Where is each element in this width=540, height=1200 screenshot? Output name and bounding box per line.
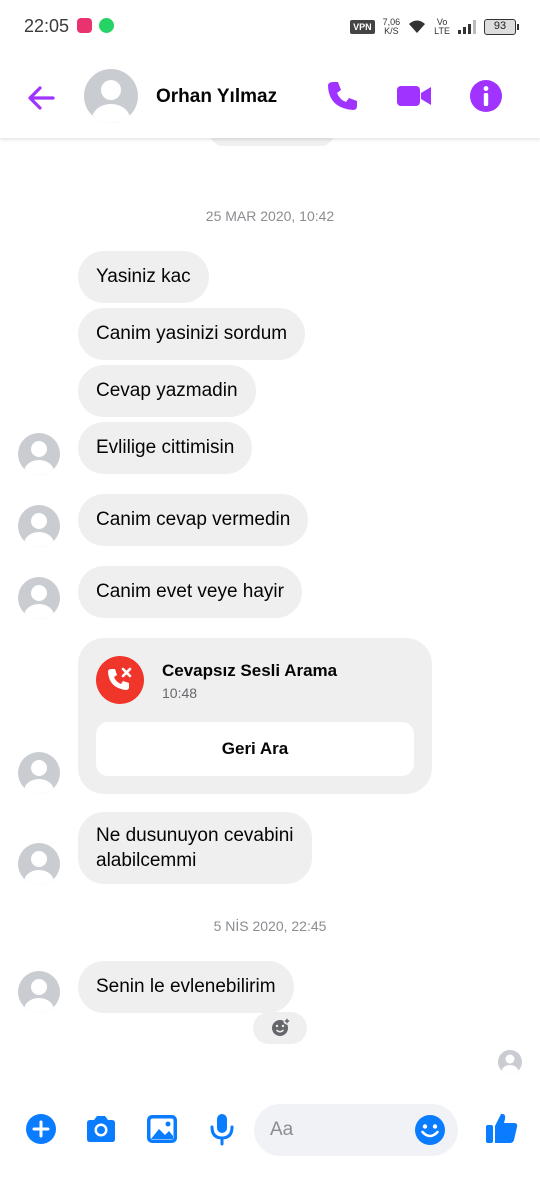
status-bar: 22:05 VPN 7,06 K/S Vo LTE 93 [0,0,540,56]
sender-avatar[interactable] [18,433,60,475]
status-indicators: VPN 7,06 K/S Vo LTE 93 [350,15,519,39]
message-bubble[interactable]: Canim yasinizi sordum [78,308,306,360]
person-icon [24,441,54,475]
whatsapp-notification-icon [99,18,114,33]
camera-icon[interactable] [84,1112,118,1146]
missed-call-time: 10:48 [162,685,198,701]
sender-avatar[interactable] [18,505,60,547]
message-bubble[interactable]: Evlilige cittimisin [78,422,253,474]
thumbs-up-icon[interactable] [484,1110,520,1146]
message-bubble[interactable]: Cevap yazmadin [78,365,256,417]
volte-bottom: LTE [434,26,450,36]
person-icon [24,760,54,794]
missed-call-card[interactable]: Cevapsız Sesli Arama 10:48 Geri Ara [78,638,432,794]
gallery-icon[interactable] [145,1112,179,1146]
call-back-button[interactable]: Geri Ara [96,722,414,776]
sender-avatar[interactable] [18,843,60,885]
date-separator: 5 NİS 2020, 22:45 [213,918,327,934]
missed-call-title: Cevapsız Sesli Arama [162,661,338,680]
person-icon [92,80,130,123]
status-time: 22:05 [24,16,70,36]
battery-icon: 93 [484,19,519,35]
wifi-icon [409,20,426,33]
contact-avatar[interactable] [84,69,138,123]
microphone-icon[interactable] [205,1112,239,1146]
missed-call-icon [96,656,144,704]
message-composer [0,1096,540,1168]
video-call-icon[interactable] [396,78,432,114]
person-icon [24,513,54,547]
emoji-icon[interactable] [414,1114,446,1146]
message-bubble[interactable]: Senin le evlenebilirim [78,961,294,1013]
sender-avatar[interactable] [18,971,60,1013]
network-speed-unit: K/S [384,26,399,36]
phone-call-icon[interactable] [324,78,360,114]
message-line: alabilcemmi [96,850,197,871]
message-bubble[interactable]: Yasiniz kac [78,251,209,303]
person-icon [24,979,54,1013]
conversation-header: Orhan Yılmaz [0,56,540,138]
sender-avatar[interactable] [18,752,60,794]
person-icon [24,585,54,619]
info-icon[interactable] [468,78,504,114]
plus-icon[interactable] [24,1112,58,1146]
message-bubble[interactable]: Canim cevap vermedin [78,494,309,546]
date-separator: 25 MAR 2020, 10:42 [205,208,335,224]
back-arrow-icon[interactable] [22,78,62,118]
add-reaction-button[interactable] [253,1012,307,1044]
contact-name[interactable]: Orhan Yılmaz [156,86,277,108]
add-reaction-icon [272,1017,291,1036]
network-speed: 7,06 K/S [383,18,401,36]
message-bubble[interactable]: Canim evet veye hayir [78,566,302,618]
sender-avatar[interactable] [18,577,60,619]
message-bubble[interactable]: Ne dusunuyon cevabini alabilcemmi [78,812,312,884]
person-icon [24,851,54,885]
person-icon [501,1054,519,1074]
seen-receipt-avatar [498,1050,522,1074]
signal-icon [458,20,476,34]
vpn-badge: VPN [350,20,375,34]
message-line: Ne dusunuyon cevabini [96,825,294,846]
volte-indicator: Vo LTE [434,18,450,36]
notification-app-icon [77,18,92,33]
